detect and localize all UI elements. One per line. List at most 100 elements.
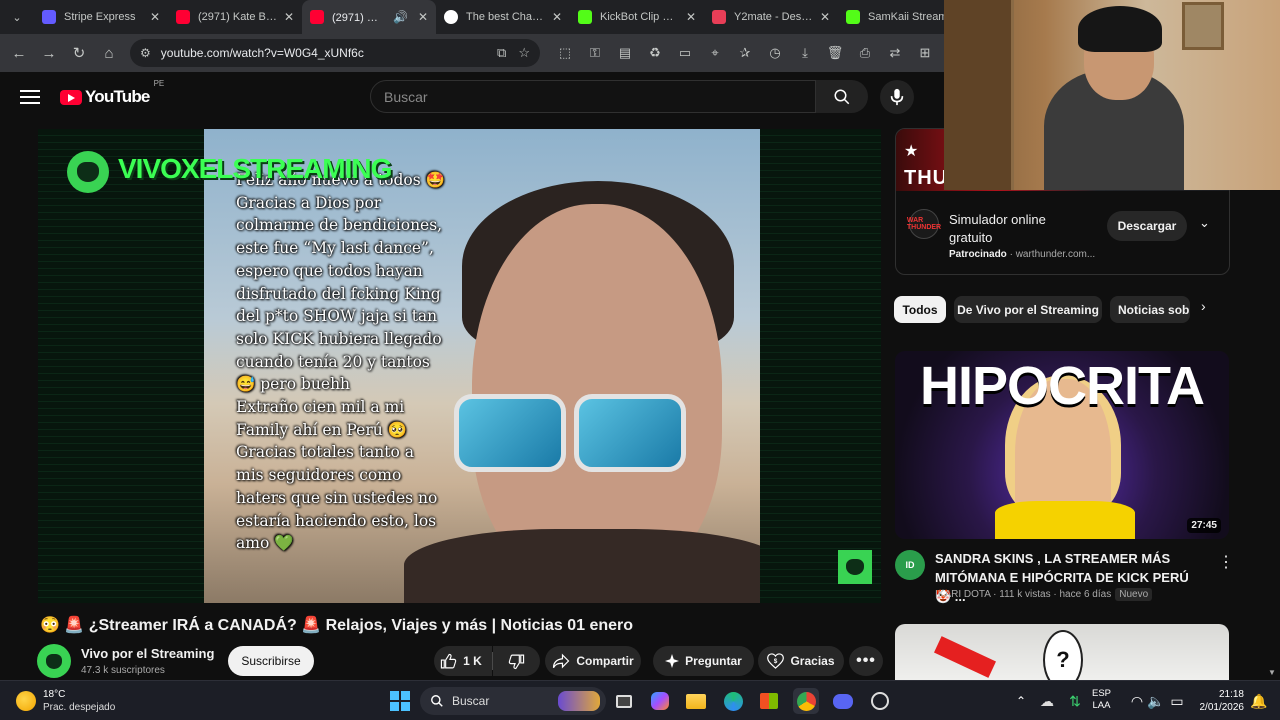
channel-watermark[interactable]	[838, 550, 872, 584]
network-tray-icon[interactable]: ⇅	[1062, 688, 1088, 714]
webcam-overlay	[944, 0, 1280, 190]
bookmark-star-icon[interactable]: ☆	[518, 45, 530, 61]
trash-icon[interactable]: 🗑	[820, 39, 850, 67]
notification-bell-icon[interactable]: 🔔	[1246, 688, 1272, 714]
video-owner-row: Vivo por el Streaming 47.3 k suscriptore…	[37, 643, 897, 679]
video-thumbnail[interactable]: HIPOCRITA 27:45	[895, 351, 1229, 539]
search-placeholder: Buscar	[384, 88, 428, 105]
subscribe-button[interactable]: Suscribirse	[228, 646, 314, 676]
webcam-person-hair	[1078, 6, 1162, 52]
reload-icon[interactable]: ↻	[64, 38, 94, 68]
chrome-icon[interactable]	[793, 688, 819, 714]
video-player[interactable]: Feliz año nuevo a todos 🤩 Gracias a Dios…	[38, 129, 881, 603]
clock-date: 2/01/2026	[1199, 702, 1245, 713]
favorites-icon[interactable]: ✰	[730, 39, 760, 67]
webcam-picture-frame	[1182, 2, 1224, 50]
ask-label: Preguntar	[685, 654, 742, 668]
file-explorer-icon[interactable]	[683, 688, 709, 714]
tab-search-chevron-icon[interactable]: ⌄	[6, 6, 28, 28]
voice-search-button[interactable]	[880, 80, 914, 114]
like-button[interactable]: 1 K	[434, 646, 492, 676]
password-key-icon[interactable]: ⚿	[580, 39, 610, 67]
thumbnail-text: HIPOCRITA	[920, 356, 1205, 416]
copilot-icon[interactable]	[647, 688, 673, 714]
browser-tab[interactable]: KickBot Clip Con ✕	[570, 0, 704, 34]
youtube-play-icon	[60, 89, 82, 105]
speaker-icon[interactable]: 🔊	[393, 10, 408, 24]
microsoft-store-icon[interactable]	[756, 688, 782, 714]
dislike-button[interactable]	[493, 646, 540, 676]
chip-scroll-next-icon[interactable]: ›	[1201, 298, 1206, 314]
close-tab-icon[interactable]: ✕	[418, 10, 428, 24]
chip-channel[interactable]: De Vivo por el Streaming	[954, 296, 1102, 323]
share-arrow-icon	[553, 653, 570, 669]
location-pin-icon[interactable]: ⌖	[700, 39, 730, 67]
home-icon[interactable]: ⌂	[94, 38, 124, 68]
browser-tab[interactable]: The best ChatBot ✕	[436, 0, 570, 34]
search-input[interactable]: Buscar	[370, 80, 816, 113]
history-icon[interactable]: ◷	[760, 39, 790, 67]
battery-icon[interactable]: ▭	[1164, 688, 1190, 714]
stripe-favicon-icon	[42, 10, 56, 24]
download-icon[interactable]: ⤓	[790, 39, 820, 67]
menu-hamburger-icon[interactable]	[20, 90, 40, 104]
search-button[interactable]	[816, 80, 868, 113]
site-info-icon[interactable]: ⚙	[140, 46, 151, 60]
print-icon[interactable]: ⎙	[850, 39, 880, 67]
ask-button[interactable]: Preguntar	[653, 646, 754, 676]
more-actions-button[interactable]: •••	[849, 646, 883, 676]
browser-tab[interactable]: Y2mate - Descar ✕	[704, 0, 838, 34]
channel-avatar[interactable]: ID	[895, 550, 925, 580]
steam-icon[interactable]	[867, 688, 893, 714]
video-thumbnail[interactable]: ?	[895, 624, 1229, 682]
chip-news[interactable]: Noticias sob	[1110, 296, 1190, 323]
youtube-logo[interactable]: YouTube PE	[60, 79, 164, 107]
ad-download-button[interactable]: Descargar	[1107, 211, 1187, 241]
logo-text: YouTube	[85, 87, 150, 106]
thanks-button[interactable]: $ Gracias	[758, 646, 844, 676]
scrollbar-down-arrow-icon[interactable]: ▼	[1268, 668, 1276, 677]
show-hidden-icons-chevron[interactable]: ⌃	[1008, 688, 1034, 714]
apps-grid-icon[interactable]: ⊞	[910, 39, 940, 67]
system-clock[interactable]: 21:18 2/01/2026	[1190, 688, 1245, 714]
discord-icon[interactable]	[830, 688, 856, 714]
forward-arrow-icon[interactable]: →	[34, 38, 64, 68]
close-tab-icon[interactable]: ✕	[820, 10, 830, 24]
taskbar-search[interactable]: Buscar	[420, 687, 606, 715]
related-filter-chips: Todos De Vivo por el Streaming Noticias …	[894, 296, 1230, 324]
back-arrow-icon[interactable]: ←	[4, 38, 34, 68]
more-horizontal-icon: •••	[856, 652, 876, 669]
webcam-wardrobe	[944, 0, 1014, 190]
channel-name[interactable]: Vivo por el Streaming	[81, 646, 214, 661]
extension-puzzle-icon[interactable]: ⬚	[550, 39, 580, 67]
address-bar[interactable]: ⚙ youtube.com/watch?v=W0G4_xUNf6c ⧉ ☆	[130, 39, 540, 67]
payments-card-icon[interactable]: ▭	[670, 39, 700, 67]
channel-name[interactable]: IKARI DOTA	[935, 589, 990, 600]
close-tab-icon[interactable]: ✕	[552, 10, 562, 24]
share-button[interactable]: Compartir	[545, 646, 641, 676]
youtube-header: YouTube PE Buscar	[0, 72, 943, 122]
task-view-icon[interactable]	[611, 688, 637, 714]
keyboard-language[interactable]: ESP LAA	[1092, 688, 1111, 712]
recycle-icon[interactable]: ♻	[640, 39, 670, 67]
ad-expand-chevron-icon[interactable]: ⌄	[1199, 215, 1210, 231]
reading-list-icon[interactable]: ▤	[610, 39, 640, 67]
close-tab-icon[interactable]: ✕	[150, 10, 160, 24]
translate-icon[interactable]: ⇄	[880, 39, 910, 67]
channel-avatar[interactable]	[37, 644, 71, 678]
edge-browser-icon[interactable]	[720, 688, 746, 714]
weather-widget[interactable]: 18°C Prac. despejado	[16, 688, 115, 714]
close-tab-icon[interactable]: ✕	[686, 10, 696, 24]
svg-text:$: $	[774, 658, 778, 665]
more-vertical-icon[interactable]: ⋮	[1218, 552, 1234, 572]
onedrive-cloud-icon[interactable]: ☁	[1034, 688, 1060, 714]
player-side-pattern-right	[760, 129, 881, 603]
browser-tab[interactable]: Stripe Express ✕	[34, 0, 168, 34]
close-tab-icon[interactable]: ✕	[284, 10, 294, 24]
browser-tab[interactable]: (2971) Kate Bush ✕	[168, 0, 302, 34]
install-app-icon[interactable]: ⧉	[497, 45, 506, 61]
browser-tab-active[interactable]: (2971) 😳 🚨 🔊 ✕	[302, 0, 436, 34]
chip-todos[interactable]: Todos	[894, 296, 946, 323]
ad-advertiser-logo: WAR THUNDER	[907, 209, 941, 239]
windows-start-icon[interactable]	[387, 688, 413, 714]
